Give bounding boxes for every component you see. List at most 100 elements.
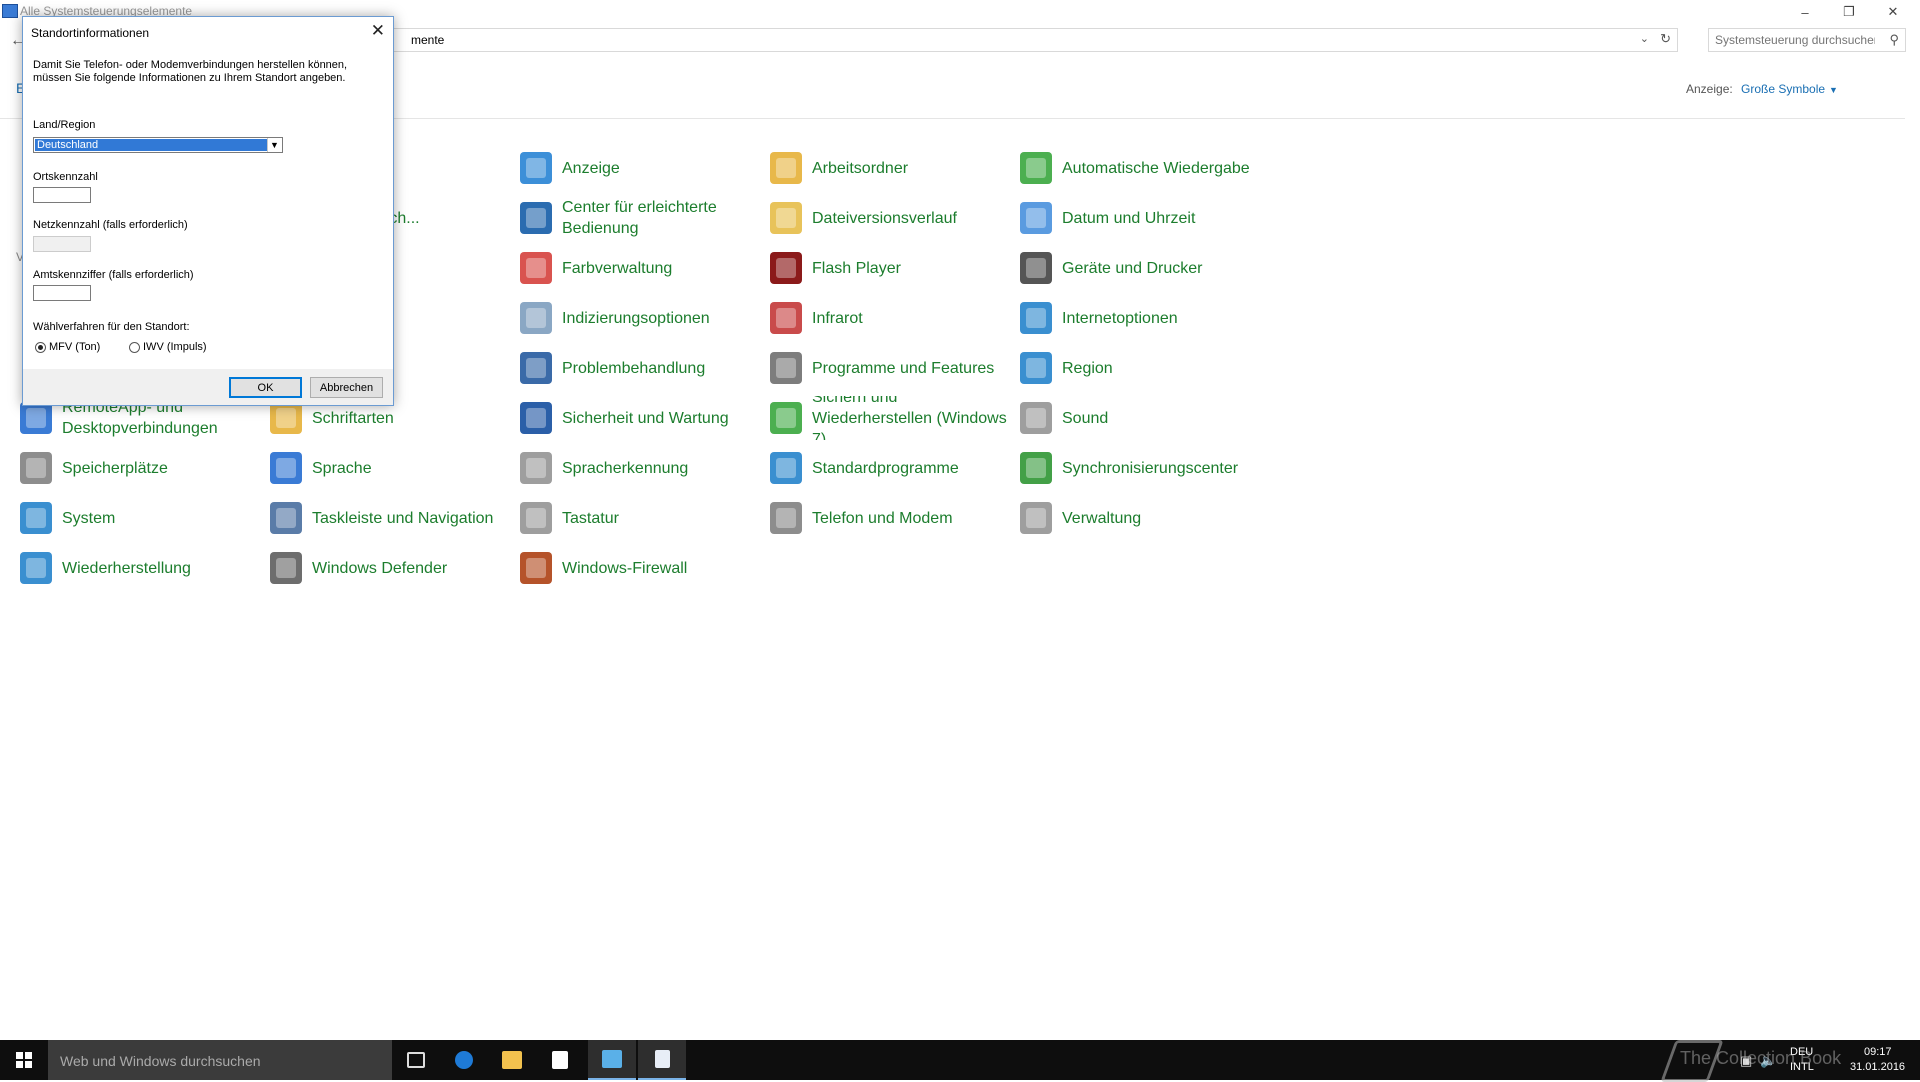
file-explorer-button[interactable] [488, 1040, 536, 1080]
cp-item[interactable]: Automatische Wiedergabe [1020, 146, 1265, 190]
cp-item-label: Sprache [312, 459, 372, 477]
cp-item-label: Dateiversionsverlauf [812, 209, 957, 227]
store-button[interactable] [536, 1040, 584, 1080]
control-panel-taskbar-button[interactable] [588, 1040, 636, 1080]
work-folders-icon [770, 152, 802, 184]
phone-modem-icon [770, 502, 802, 534]
cp-item[interactable]: Sichern und Wiederherstellen (Windows 7) [770, 396, 1015, 440]
cp-item-label: Indizierungsoptionen [562, 309, 710, 327]
task-view-button[interactable] [392, 1040, 440, 1080]
cp-item[interactable]: Spracherkennung [520, 446, 765, 490]
task-view-icon [407, 1052, 425, 1068]
cp-item[interactable]: Windows Defender [270, 546, 515, 590]
recovery-icon [20, 552, 52, 584]
cp-item[interactable]: Anzeige [520, 146, 765, 190]
clock-date[interactable]: 31.01.2016 [1850, 1061, 1905, 1073]
cp-item-label: Datum und Uhrzeit [1062, 209, 1196, 227]
search-box[interactable]: ⚲ [1708, 28, 1906, 52]
cp-item[interactable]: Flash Player [770, 246, 1015, 290]
color-management-icon [520, 252, 552, 284]
taskbar-search-text: Web und Windows durchsuchen [60, 1053, 261, 1069]
outside-line-input[interactable] [33, 285, 91, 301]
windows-logo-icon [16, 1052, 32, 1068]
cp-item[interactable]: Programme und Features [770, 346, 1015, 390]
sync-icon [1020, 452, 1052, 484]
cp-item-label: Geräte und Drucker [1062, 259, 1203, 277]
watermark-text: The Collection Book [1680, 1048, 1842, 1068]
clock-time[interactable]: 09:17 [1864, 1046, 1892, 1058]
search-input[interactable] [1715, 31, 1875, 49]
ease-of-access-icon [520, 202, 552, 234]
dialog-close-icon[interactable]: ✕ [371, 21, 385, 41]
language-icon [270, 452, 302, 484]
remote-desktop-icon [20, 402, 52, 434]
cp-item[interactable]: Geräte und Drucker [1020, 246, 1265, 290]
cp-item-label: Telefon und Modem [812, 509, 953, 527]
area-code-input[interactable] [33, 187, 91, 203]
caret-down-icon: ▼ [1829, 85, 1838, 95]
ok-button[interactable]: OK [229, 377, 302, 398]
document-taskbar-button[interactable] [638, 1040, 686, 1080]
cp-item[interactable]: Verwaltung [1020, 496, 1265, 540]
cp-item[interactable]: Standardprogramme [770, 446, 1015, 490]
cp-item[interactable]: Synchronisierungscenter [1020, 446, 1265, 490]
cp-item[interactable]: Speicherplätze [20, 446, 265, 490]
cp-item-label: Region [1062, 359, 1113, 377]
flash-icon [770, 252, 802, 284]
pulse-radio-label: IWV (Impuls) [143, 341, 207, 353]
cp-item-label: Sicherheit und Wartung [562, 409, 729, 427]
cp-item-label: Arbeitsordner [812, 159, 909, 177]
cp-item[interactable]: Infrarot [770, 296, 1015, 340]
country-value: Deutschland [35, 139, 267, 151]
restore-button[interactable]: ❐ [1826, 0, 1872, 24]
cp-item[interactable]: Indizierungsoptionen [520, 296, 765, 340]
chevron-down-icon[interactable]: ⌄ [1640, 32, 1649, 45]
refresh-icon[interactable]: ↻ [1660, 31, 1671, 47]
globe-icon [1020, 302, 1052, 334]
backup-icon [770, 402, 802, 434]
cp-item[interactable]: System [20, 496, 265, 540]
cp-item[interactable]: Wiederherstellung [20, 546, 265, 590]
cp-item[interactable]: Dateiversionsverlauf [770, 196, 1015, 240]
start-button[interactable] [0, 1040, 48, 1080]
cp-item[interactable]: Sprache [270, 446, 515, 490]
carrier-code-input [33, 236, 91, 252]
cancel-button[interactable]: Abbrechen [310, 377, 383, 398]
calendar-clock-icon [1020, 202, 1052, 234]
pulse-radio[interactable]: IWV (Impuls) [129, 341, 207, 353]
search-icon[interactable]: ⚲ [1889, 32, 1899, 48]
tone-radio[interactable]: MFV (Ton) [35, 341, 100, 353]
cp-item-label: Automatische Wiedergabe [1062, 159, 1250, 177]
cp-item[interactable]: Internetoptionen [1020, 296, 1265, 340]
view-mode-dropdown[interactable]: Große Symbole ▼ [1741, 82, 1838, 96]
cp-item[interactable]: Taskleiste und Navigation [270, 496, 515, 540]
cp-item[interactable]: Sicherheit und Wartung [520, 396, 765, 440]
dialing-method-label: Wählverfahren für den Standort: [33, 321, 190, 333]
cp-item[interactable]: Problembehandlung [520, 346, 765, 390]
cp-item[interactable]: Arbeitsordner [770, 146, 1015, 190]
cp-item[interactable]: Tastatur [520, 496, 765, 540]
minimize-button[interactable]: – [1782, 0, 1828, 24]
dialog-title: Standortinformationen [31, 26, 150, 40]
cp-item[interactable]: Telefon und Modem [770, 496, 1015, 540]
chevron-down-icon[interactable]: ▼ [267, 138, 281, 152]
country-select[interactable]: Deutschland ▼ [33, 137, 283, 153]
area-code-label: Ortskennzahl [33, 171, 98, 183]
taskbar: Web und Windows durchsuchen ▣ 🔈 □ DEU IN… [0, 1040, 1920, 1080]
close-window-button[interactable]: ✕ [1870, 0, 1916, 24]
cp-item[interactable]: Windows-Firewall [520, 546, 765, 590]
storage-spaces-icon [20, 452, 52, 484]
cp-item[interactable]: Sound [1020, 396, 1265, 440]
cp-item[interactable]: Region [1020, 346, 1265, 390]
cp-item[interactable]: Farbverwaltung [520, 246, 765, 290]
firewall-icon [520, 552, 552, 584]
cp-item[interactable]: Datum und Uhrzeit [1020, 196, 1265, 240]
edge-button[interactable] [440, 1040, 488, 1080]
restore-icon: ❐ [1843, 4, 1855, 19]
address-text: mente [411, 33, 445, 47]
cp-item-label: Verwaltung [1062, 509, 1142, 527]
cp-item-label: Windows Defender [312, 559, 448, 577]
dialog-title-bar: Standortinformationen ✕ [23, 17, 393, 47]
cp-item[interactable]: Center für erleichterte Bedienung [520, 196, 765, 240]
taskbar-search-box[interactable]: Web und Windows durchsuchen [48, 1040, 392, 1080]
